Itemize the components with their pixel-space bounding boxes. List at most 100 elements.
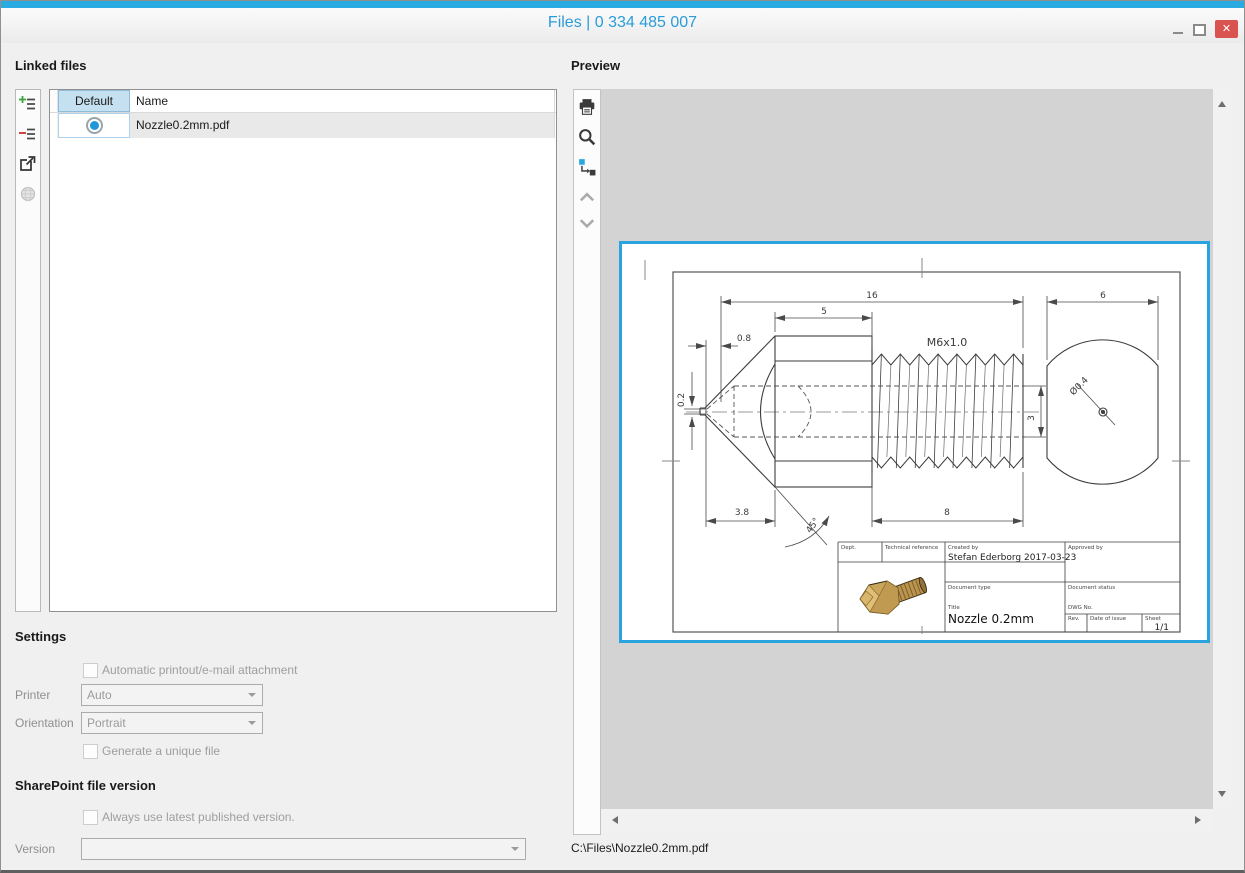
linked-files-heading: Linked files [15,58,87,73]
page-down-button[interactable] [578,214,596,232]
table-row[interactable]: Nozzle0.2mm.pdf [50,113,556,138]
automatic-printout-label: Automatic printout/e-mail attachment [102,663,297,677]
dim-tip-length: 3.8 [735,508,750,518]
tb-doctype-label: Document type [948,585,991,591]
sharepoint-heading: SharePoint file version [15,778,156,793]
orientation-value: Portrait [87,716,126,730]
nozzle-side-view [700,336,1023,487]
dim-overall-length: 16 [866,291,878,301]
drawing-frame [645,258,1190,634]
scroll-up-icon[interactable] [1218,97,1226,107]
dimension-lines [684,296,1158,547]
version-dropdown[interactable] [81,838,526,860]
chevron-down-icon [248,693,256,701]
tb-docstatus-label: Document status [1068,585,1115,591]
maximize-button[interactable] [1193,24,1206,36]
file-path-text: C:\Files\Nozzle0.2mm.pdf [571,841,708,855]
column-header-default[interactable]: Default [58,90,130,112]
printer-value: Auto [87,688,112,702]
titlebar-accent [1,1,1244,8]
dim-tip-flat: 0.8 [737,334,752,344]
preview-heading: Preview [571,58,620,73]
always-latest-label: Always use latest published version. [102,810,295,824]
thread-spec-label: M6x1.0 [927,336,968,349]
scroll-left-icon[interactable] [608,816,618,824]
settings-heading: Settings [15,629,66,644]
dim-end-width: 6 [1100,291,1106,301]
dim-orifice-height: 0.2 [677,393,687,407]
printer-label: Printer [15,688,50,702]
linked-files-table: Default Name Nozzle0.2mm.pdf [49,89,557,612]
orientation-label: Orientation [15,716,74,730]
technical-drawing: 16 5 6 0.8 0.2 3.8 8 45° 3 M6x1.0 Ø0.4 [622,244,1201,634]
dim-tip-angle: 45° [805,516,822,535]
zoom-icon [578,128,596,146]
hidden-bore-lines [707,386,1025,437]
minimize-button[interactable] [1173,32,1183,34]
web-link-icon [19,185,37,203]
scroll-down-icon[interactable] [1218,791,1226,801]
always-latest-checkbox[interactable] [83,810,98,825]
titlebar[interactable]: Files | 0 334 485 007 [1,8,1244,43]
web-link-button[interactable] [19,185,37,203]
open-file-button[interactable] [19,155,37,173]
tb-rev-label: Rev. [1068,616,1080,622]
printer-dropdown[interactable]: Auto [81,684,263,706]
tb-dateofissue-label: Date of issue [1090,616,1127,622]
page-down-icon [578,214,596,232]
nozzle-3d-thumbnail [860,577,928,614]
open-file-icon [19,155,37,173]
default-radio[interactable] [86,117,103,134]
generate-unique-checkbox[interactable] [83,744,98,759]
add-file-button[interactable] [19,95,37,113]
chevron-down-icon [248,721,256,729]
dimension-texts: 16 5 6 0.8 0.2 3.8 8 45° 3 M6x1.0 Ø0.4 [677,291,1106,535]
page-up-button[interactable] [578,188,596,206]
title-block: Dept. Technical reference Created by App… [838,542,1180,633]
table-header: Default Name [50,90,556,113]
print-icon [578,98,596,116]
tb-createdby-value: Stefan Ederborg 2017-03-23 [948,553,1076,563]
preview-toolbar [573,89,601,835]
tb-dept-label: Dept. [841,545,856,551]
close-button[interactable]: ✕ [1215,20,1238,38]
remove-file-icon [19,125,37,143]
name-cell[interactable]: Nozzle0.2mm.pdf [130,113,555,138]
dim-head-length: 5 [821,307,827,317]
dim-orifice-dia: Ø0.4 [1068,375,1091,398]
chevron-down-icon [511,847,519,855]
vertical-scrollbar[interactable] [1213,89,1232,809]
scroll-right-icon[interactable] [1195,816,1205,824]
tb-approvedby-label: Approved by [1068,545,1104,551]
fit-to-size-icon [578,158,596,176]
add-file-icon [19,95,37,113]
linked-files-toolbar [15,89,41,612]
tb-dwgno-label: DWG No. [1068,605,1093,611]
tb-techref-label: Technical reference [884,545,939,551]
row-selector-gutter [50,90,58,112]
remove-file-button[interactable] [19,125,37,143]
fit-to-size-button[interactable] [578,158,596,176]
dim-thread-length: 8 [944,508,950,518]
automatic-printout-checkbox[interactable] [83,663,98,678]
window-title: Files | 0 334 485 007 [1,14,1244,32]
row-selector-cell[interactable] [50,113,58,138]
default-cell[interactable] [58,113,130,138]
page-up-icon [578,188,596,206]
nozzle-end-view [1047,340,1158,484]
preview-canvas[interactable]: 16 5 6 0.8 0.2 3.8 8 45° 3 M6x1.0 Ø0.4 [601,89,1213,809]
version-label: Version [15,842,55,856]
tb-title-label: Title [947,605,960,611]
dim-bore-dia: 3 [1027,415,1037,421]
tb-title-value: Nozzle 0.2mm [948,612,1034,626]
print-button[interactable] [578,98,596,116]
horizontal-scrollbar[interactable] [601,809,1213,833]
orientation-dropdown[interactable]: Portrait [81,712,263,734]
tb-createdby-label: Created by [948,545,979,551]
generate-unique-label: Generate a unique file [102,744,220,758]
tb-sheet-label: Sheet [1145,616,1162,622]
tb-sheet-value: 1/1 [1155,623,1169,633]
pdf-page-selected[interactable]: 16 5 6 0.8 0.2 3.8 8 45° 3 M6x1.0 Ø0.4 [619,241,1210,643]
column-header-name[interactable]: Name [130,90,555,112]
zoom-button[interactable] [578,128,596,146]
